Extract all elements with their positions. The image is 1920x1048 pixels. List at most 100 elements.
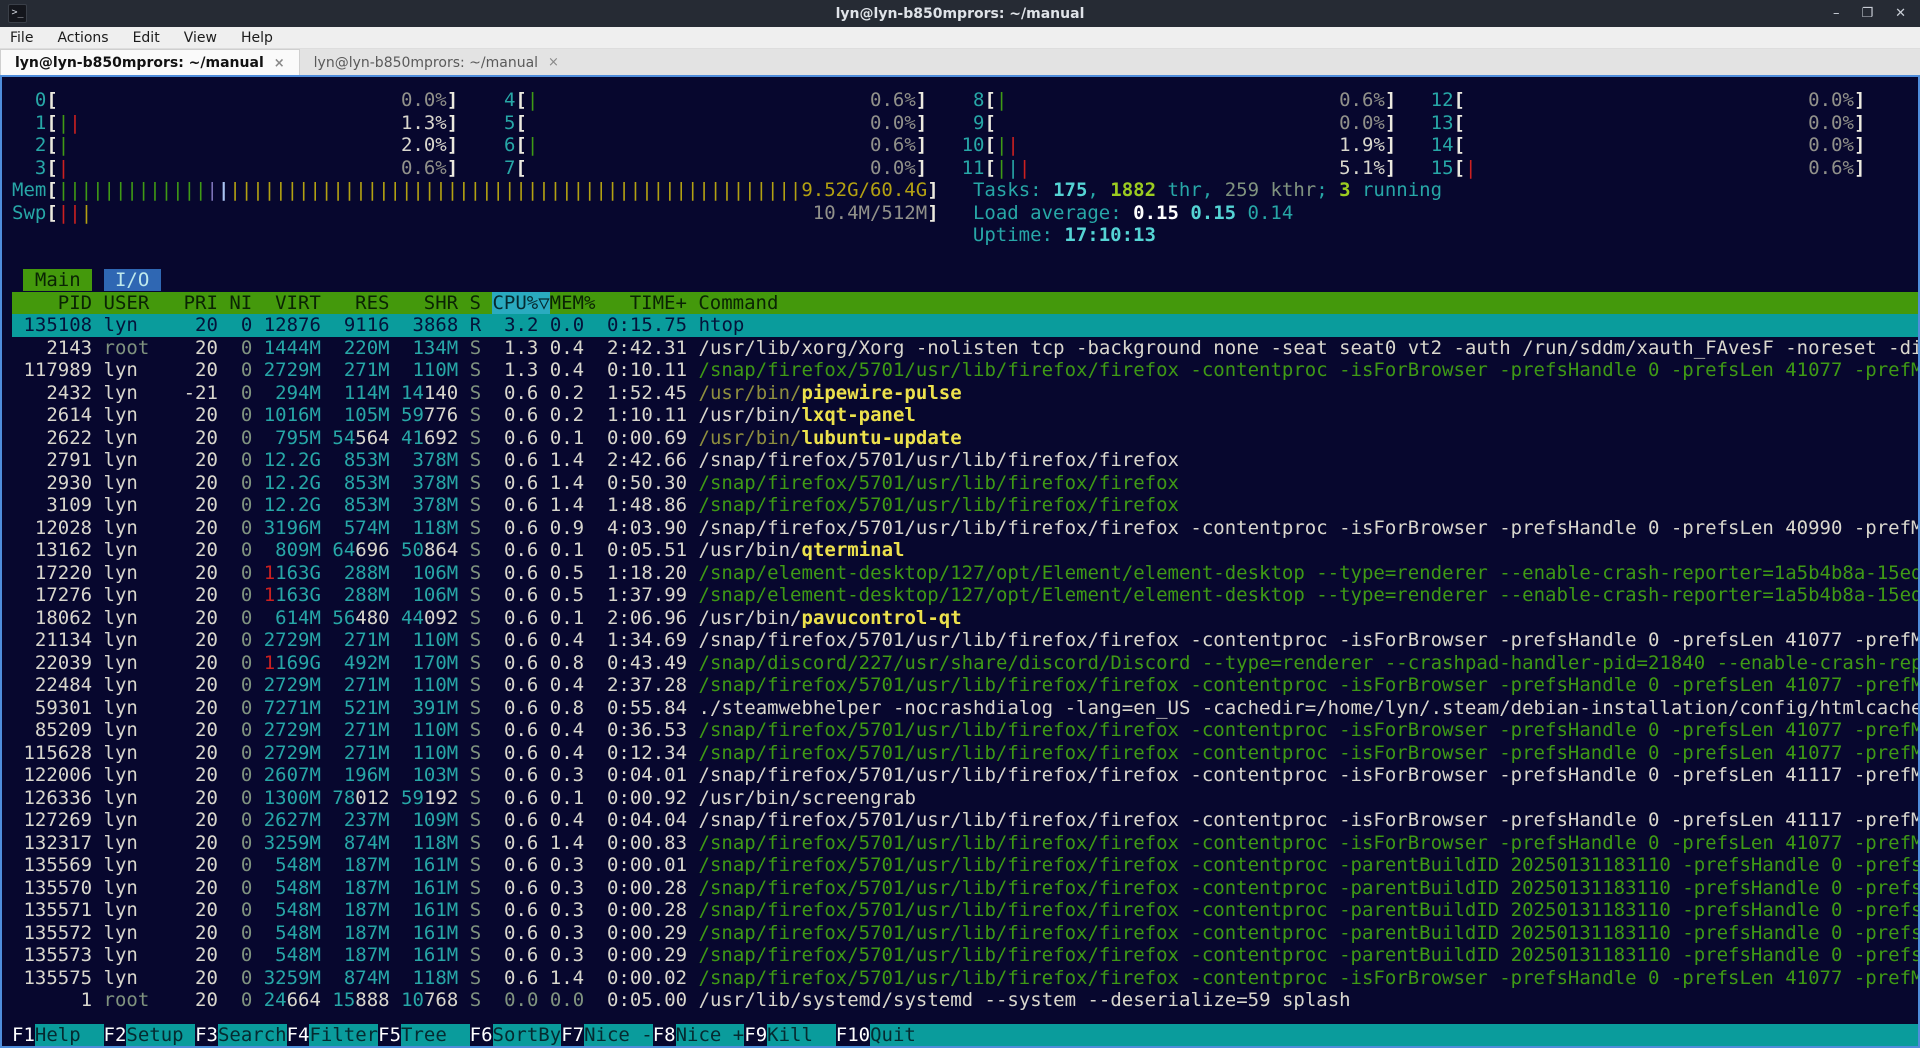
pid-cell: 127269 — [12, 809, 92, 831]
process-row[interactable]: 132317 lyn 20 0 3259M 874M 118M S 0.6 1.… — [12, 832, 1918, 855]
minimize-button[interactable]: – — [1833, 6, 1840, 21]
process-row[interactable]: 117989 lyn 20 0 2729M 271M 110M S 1.3 0.… — [12, 359, 1918, 382]
view-tab-main[interactable]: Main — [23, 269, 92, 291]
ni-cell: 0 — [218, 742, 252, 764]
command-cell: /snap/firefox/5701/usr/lib/firefox/firef… — [699, 944, 1918, 966]
command-cell: /snap/firefox/5701/usr/lib/firefox/firef… — [699, 832, 1918, 854]
header-right: MEM% TIME+ Command — [550, 292, 779, 314]
cpu-meter-id: 11 — [950, 157, 984, 179]
process-row[interactable]: 85209 lyn 20 0 2729M 271M 110M S 0.6 0.4… — [12, 719, 1918, 742]
time-cell: 0:00.83 — [584, 832, 687, 854]
process-row[interactable]: 2432 lyn -21 0 294M 114M 14140 S 0.6 0.2… — [12, 382, 1918, 405]
load-average-text: 0.14 — [1248, 202, 1294, 224]
process-row[interactable]: 126336 lyn 20 0 1300M 78012 59192 S 0.6 … — [12, 787, 1918, 810]
fkey-label-setup[interactable]: Setup — [126, 1024, 195, 1047]
process-row[interactable]: 22484 lyn 20 0 2729M 271M 110M S 0.6 0.4… — [12, 674, 1918, 697]
cpu-cell: 1.3 — [481, 337, 538, 359]
process-row[interactable]: 21134 lyn 20 0 2729M 271M 110M S 0.6 0.4… — [12, 629, 1918, 652]
header-sort-cpu: CPU%▽ — [492, 292, 549, 314]
terminal-tab-2[interactable]: lyn@lyn-b850mprors: ~/manual × — [300, 49, 573, 76]
restore-button[interactable]: ❐ — [1861, 6, 1873, 21]
process-row[interactable]: 135572 lyn 20 0 548M 187M 161M S 0.6 0.3… — [12, 922, 1918, 945]
view-tab-io[interactable]: I/O — [104, 269, 161, 291]
time-cell: 0:43.49 — [584, 652, 687, 674]
process-row[interactable]: 2143 root 20 0 1444M 220M 134M S 1.3 0.4… — [12, 337, 1918, 360]
mem-cell: 0.5 — [538, 584, 584, 606]
fkey-label-help[interactable]: Help — [35, 1024, 104, 1047]
command-cell: /usr/bin/ — [699, 427, 802, 449]
process-row[interactable]: 135571 lyn 20 0 548M 187M 161M S 0.6 0.3… — [12, 899, 1918, 922]
command-cell: /snap/firefox/5701/usr/lib/firefox/firef… — [699, 764, 1918, 786]
cpu-cell: 0.6 — [481, 652, 538, 674]
tab-close-icon[interactable]: × — [548, 55, 559, 70]
process-row[interactable]: 135573 lyn 20 0 548M 187M 161M S 0.6 0.3… — [12, 944, 1918, 967]
ni-cell: 0 — [218, 382, 252, 404]
process-row[interactable]: 2622 lyn 20 0 795M 54564 41692 S 0.6 0.1… — [12, 427, 1918, 450]
pri-cell: 20 — [184, 899, 218, 921]
cpu-meter-pct: 0.0% — [870, 112, 916, 134]
cpu-meter-bar: | — [527, 89, 538, 111]
process-table-header[interactable]: PID USER PRI NI VIRT RES SHR S CPU%▽MEM%… — [12, 292, 1918, 315]
tab-close-icon[interactable]: × — [274, 56, 285, 71]
fkey-label-tree[interactable]: Tree — [401, 1024, 470, 1047]
state-cell: S — [470, 472, 481, 494]
process-row[interactable]: 135575 lyn 20 0 3259M 874M 118M S 0.6 1.… — [12, 967, 1918, 990]
fkey-label-quit[interactable]: Quit — [870, 1024, 939, 1047]
terminal-tab-label: lyn@lyn-b850mprors: ~/manual — [314, 55, 538, 71]
command-cell: /usr/bin/ — [699, 404, 802, 426]
mem-bar-buffers: | — [207, 179, 218, 201]
close-button[interactable]: ✕ — [1895, 6, 1906, 21]
fkey-label-search[interactable]: Search — [218, 1024, 287, 1047]
process-row[interactable]: 12028 lyn 20 0 3196M 574M 118M S 0.6 0.9… — [12, 517, 1918, 540]
process-row[interactable]: 115628 lyn 20 0 2729M 271M 110M S 0.6 0.… — [12, 742, 1918, 765]
process-row[interactable]: 127269 lyn 20 0 2627M 237M 109M S 0.6 0.… — [12, 809, 1918, 832]
fkey-label-sortby[interactable]: SortBy — [493, 1024, 562, 1047]
menu-item-view[interactable]: View — [184, 30, 217, 46]
command-cell: /snap/firefox/5701/usr/lib/firefox/firef… — [699, 967, 1918, 989]
process-row[interactable]: 1 root 20 0 24664 15888 10768 S 0.0 0.0 … — [12, 989, 1918, 1012]
fkey-label-kill[interactable]: Kill — [767, 1024, 836, 1047]
htop-terminal[interactable]: 0[ 0.0%] 4[| 0.6%] 8[| 0.6%] 12[ 0.0%] 1… — [0, 75, 1920, 1048]
menu-item-file[interactable]: File — [10, 30, 33, 46]
cpu-meter-pct: 1.3% — [401, 112, 447, 134]
process-row[interactable]: 135569 lyn 20 0 548M 187M 161M S 0.6 0.3… — [12, 854, 1918, 877]
fkey-label-nice-[interactable]: Nice + — [676, 1024, 745, 1047]
pid-cell: 22039 — [12, 652, 92, 674]
process-row[interactable]: 2930 lyn 20 0 12.2G 853M 378M S 0.6 1.4 … — [12, 472, 1918, 495]
process-row[interactable]: 17220 lyn 20 0 1163G 288M 106M S 0.6 0.5… — [12, 562, 1918, 585]
ni-cell: 0 — [218, 877, 252, 899]
state-cell: S — [470, 787, 481, 809]
fkey-label-filter[interactable]: Filter — [309, 1024, 378, 1047]
menu-item-help[interactable]: Help — [241, 30, 273, 46]
process-row[interactable]: 2614 lyn 20 0 1016M 105M 59776 S 0.6 0.2… — [12, 404, 1918, 427]
cpu-cell: 0.6 — [481, 832, 538, 854]
process-row[interactable]: 3109 lyn 20 0 12.2G 853M 378M S 0.6 1.4 … — [12, 494, 1918, 517]
time-cell: 2:06.96 — [584, 607, 687, 629]
cpu-cell: 0.6 — [481, 742, 538, 764]
menu-item-actions[interactable]: Actions — [57, 30, 108, 46]
cpu-cell: 0.6 — [481, 562, 538, 584]
pri-cell: 20 — [184, 629, 218, 651]
process-row[interactable]: 135570 lyn 20 0 548M 187M 161M S 0.6 0.3… — [12, 877, 1918, 900]
process-row[interactable]: 22039 lyn 20 0 1169G 492M 170M S 0.6 0.8… — [12, 652, 1918, 675]
menu-item-edit[interactable]: Edit — [133, 30, 160, 46]
process-row[interactable]: 17276 lyn 20 0 1163G 288M 106M S 0.6 0.5… — [12, 584, 1918, 607]
window-title: lyn@lyn-b850mprors: ~/manual — [0, 6, 1920, 22]
cpu-meter-pct: 5.1% — [1339, 157, 1385, 179]
pri-cell: 20 — [184, 989, 218, 1011]
user-cell: root — [104, 337, 184, 359]
process-row[interactable]: 122006 lyn 20 0 2607M 196M 103M S 0.6 0.… — [12, 764, 1918, 787]
terminal-tab-1[interactable]: lyn@lyn-b850mprors: ~/manual× — [0, 49, 300, 76]
process-row[interactable]: 18062 lyn 20 0 614M 56480 44092 S 0.6 0.… — [12, 607, 1918, 630]
process-row[interactable]: 59301 lyn 20 0 7271M 521M 391M S 0.6 0.8… — [12, 697, 1918, 720]
pri-cell: 20 — [184, 854, 218, 876]
ni-cell: 0 — [218, 472, 252, 494]
mem-cell: 0.4 — [538, 674, 584, 696]
process-row[interactable]: 135108 lyn 20 0 12876 9116 3868 R 3.2 0.… — [12, 314, 1918, 337]
process-row[interactable]: 13162 lyn 20 0 809M 64696 50864 S 0.6 0.… — [12, 539, 1918, 562]
time-cell: 0:36.53 — [584, 719, 687, 741]
fkey-label-nice-[interactable]: Nice - — [584, 1024, 653, 1047]
process-row[interactable]: 2791 lyn 20 0 12.2G 853M 378M S 0.6 1.4 … — [12, 449, 1918, 472]
tasks-text: , — [1087, 179, 1110, 201]
command-cell: /usr/lib/xorg/Xorg -nolisten tcp -backgr… — [699, 337, 1918, 359]
